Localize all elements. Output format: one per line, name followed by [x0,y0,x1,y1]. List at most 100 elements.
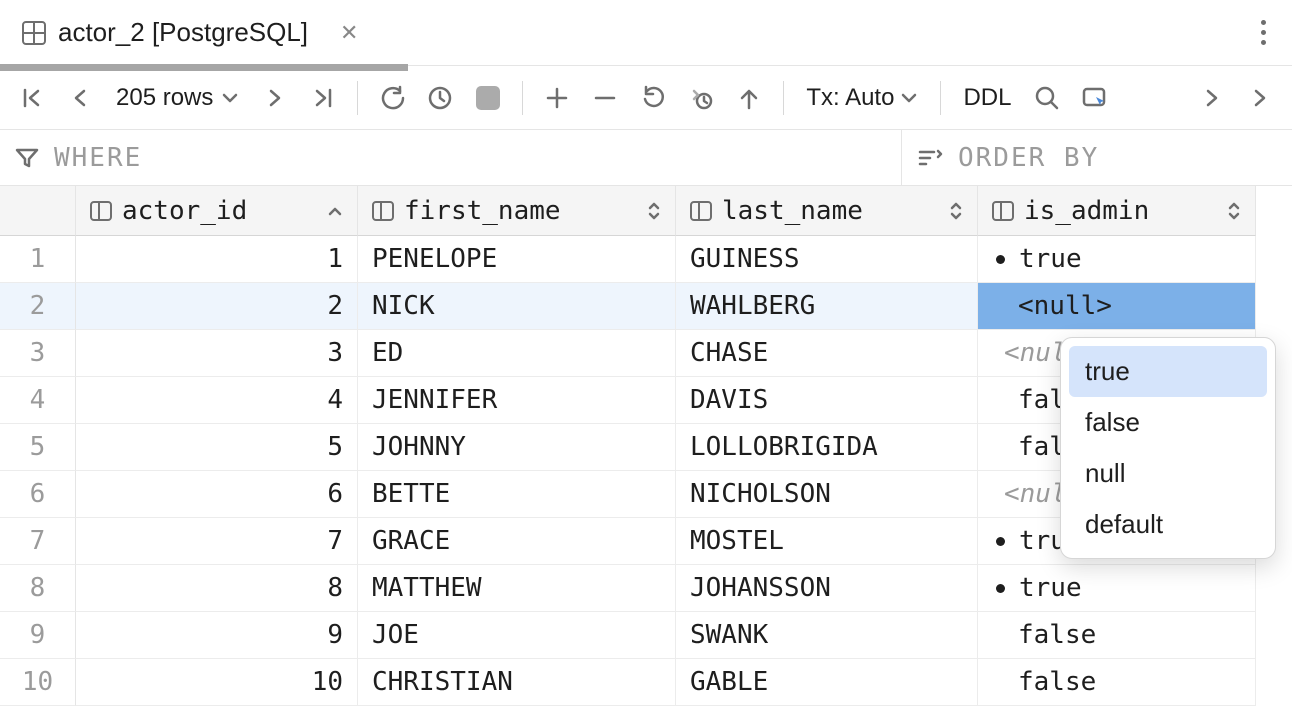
cell-actor-id[interactable]: 1 [76,236,358,283]
tab-title: actor_2 [PostgreSQL] [58,17,308,48]
cell-actor-id[interactable]: 2 [76,283,358,330]
cell-actor-id[interactable]: 7 [76,518,358,565]
separator [940,81,941,115]
cell-value: <null> [1018,291,1112,321]
close-tab-icon[interactable]: ✕ [340,20,358,46]
cell-last-name[interactable]: DAVIS [676,377,978,424]
submit-button[interactable] [727,76,771,120]
delete-row-button[interactable] [583,76,627,120]
sort-asc-icon [327,204,343,218]
more-menu-icon[interactable] [1255,14,1272,51]
show-more-button[interactable] [1238,76,1282,120]
stop-button[interactable] [466,76,510,120]
cell-last-name[interactable]: GABLE [676,659,978,706]
cell-actor-id[interactable]: 5 [76,424,358,471]
cell-value: false [1018,667,1096,697]
cell-last-name[interactable]: WAHLBERG [676,283,978,330]
cell-actor-id[interactable]: 6 [76,471,358,518]
popup-option-null[interactable]: null [1069,448,1267,499]
cell-last-name[interactable]: JOHANSSON [676,565,978,612]
filter-settings-button[interactable] [1073,76,1117,120]
bullet-icon [996,255,1005,264]
orderby-section[interactable]: ORDER BY [902,130,1292,185]
orderby-label: ORDER BY [958,143,1099,173]
cell-first-name[interactable]: JOE [358,612,676,659]
tab-actor-2[interactable]: actor_2 [PostgreSQL] ✕ [0,0,380,65]
row-number[interactable]: 3 [0,330,76,377]
cell-last-name[interactable]: MOSTEL [676,518,978,565]
cell-actor-id[interactable]: 8 [76,565,358,612]
cell-actor-id[interactable]: 9 [76,612,358,659]
tab-bar: actor_2 [PostgreSQL] ✕ [0,0,1292,66]
boolean-value-popup: true false null default [1060,337,1276,559]
ddl-button[interactable]: DDL [953,84,1021,112]
where-label: WHERE [54,143,142,173]
row-number[interactable]: 9 [0,612,76,659]
column-header-actor-id[interactable]: actor_id [76,186,358,236]
sort-toggle-icon [949,200,963,222]
popup-option-true[interactable]: true [1069,346,1267,397]
search-button[interactable] [1025,76,1069,120]
add-row-button[interactable] [535,76,579,120]
cell-first-name[interactable]: CHRISTIAN [358,659,676,706]
row-number-header[interactable] [0,186,76,236]
popup-option-default[interactable]: default [1069,499,1267,550]
tab-underline [0,64,408,71]
cell-first-name[interactable]: JOHNNY [358,424,676,471]
separator [357,81,358,115]
popup-option-false[interactable]: false [1069,397,1267,448]
where-section[interactable]: WHERE [0,130,902,185]
schedule-button[interactable] [418,76,462,120]
column-label: is_admin [1024,196,1149,226]
cell-actor-id[interactable]: 4 [76,377,358,424]
revert-button[interactable] [631,76,675,120]
cell-first-name[interactable]: PENELOPE [358,236,676,283]
cell-is-admin[interactable]: true [978,565,1256,612]
cell-first-name[interactable]: ED [358,330,676,377]
row-number[interactable]: 7 [0,518,76,565]
row-number[interactable]: 10 [0,659,76,706]
cell-first-name[interactable]: BETTE [358,471,676,518]
cell-is-admin[interactable]: <null> [978,283,1256,330]
cell-actor-id[interactable]: 10 [76,659,358,706]
cell-actor-id[interactable]: 3 [76,330,358,377]
row-number[interactable]: 5 [0,424,76,471]
cell-first-name[interactable]: GRACE [358,518,676,565]
row-number[interactable]: 4 [0,377,76,424]
column-icon [992,201,1014,221]
cell-last-name[interactable]: CHASE [676,330,978,377]
separator [783,81,784,115]
toolbar: 205 rows Tx: Auto DDL [0,66,1292,130]
commit-button[interactable] [679,76,723,120]
filter-bar: WHERE ORDER BY [0,130,1292,186]
column-header-is-admin[interactable]: is_admin [978,186,1256,236]
row-count-dropdown[interactable]: 205 rows [106,84,249,112]
sort-toggle-icon [1227,200,1241,222]
cell-is-admin[interactable]: true [978,236,1256,283]
cell-first-name[interactable]: JENNIFER [358,377,676,424]
row-number[interactable]: 2 [0,283,76,330]
scroll-right-button[interactable] [1190,76,1234,120]
reload-button[interactable] [370,76,414,120]
last-page-button[interactable] [301,76,345,120]
column-header-last-name[interactable]: last_name [676,186,978,236]
cell-first-name[interactable]: NICK [358,283,676,330]
cell-value: true [1019,244,1082,274]
row-number[interactable]: 8 [0,565,76,612]
cell-last-name[interactable]: GUINESS [676,236,978,283]
row-count-label: 205 rows [116,84,213,112]
cell-is-admin[interactable]: false [978,612,1256,659]
next-page-button[interactable] [253,76,297,120]
cell-first-name[interactable]: MATTHEW [358,565,676,612]
prev-page-button[interactable] [58,76,102,120]
row-number[interactable]: 6 [0,471,76,518]
row-number[interactable]: 1 [0,236,76,283]
column-label: last_name [722,196,863,226]
tx-mode-dropdown[interactable]: Tx: Auto [796,84,928,112]
cell-last-name[interactable]: LOLLOBRIGIDA [676,424,978,471]
cell-last-name[interactable]: SWANK [676,612,978,659]
column-header-first-name[interactable]: first_name [358,186,676,236]
cell-is-admin[interactable]: false [978,659,1256,706]
first-page-button[interactable] [10,76,54,120]
cell-last-name[interactable]: NICHOLSON [676,471,978,518]
